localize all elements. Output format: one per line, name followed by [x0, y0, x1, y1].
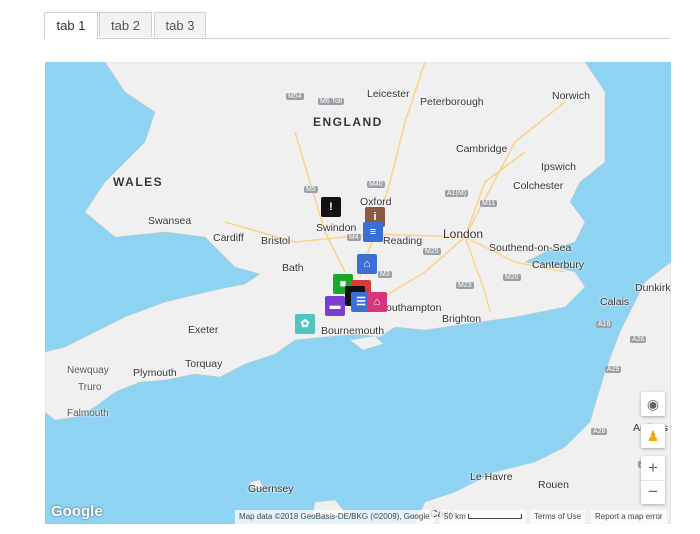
street-view-button[interactable]: ♟	[641, 424, 665, 448]
road-shield: M20	[503, 274, 521, 281]
city-label: Plymouth	[133, 367, 177, 379]
city-label: Peterborough	[420, 96, 484, 108]
road-shield: M11	[480, 200, 498, 207]
terms-link[interactable]: Terms of Use	[530, 510, 586, 524]
road-shield: A29	[605, 366, 622, 373]
city-label: Guernsey	[248, 483, 294, 495]
zoom-control: + −	[641, 456, 665, 504]
tab-bar: tab 1 tab 2 tab 3	[44, 12, 670, 39]
road-shield: M6 Toll	[318, 98, 345, 105]
bed-marker[interactable]: ▬	[325, 296, 345, 316]
road-shield: A1(M)	[445, 190, 469, 197]
report-error-link[interactable]: Report a map error	[591, 510, 667, 524]
city-label: Brighton	[442, 313, 482, 325]
city-label: Leicester	[367, 88, 410, 100]
city-label: Le Havre	[470, 471, 513, 483]
my-location-button[interactable]: ◉	[641, 392, 665, 416]
road-shield: M54	[286, 93, 304, 100]
road-shield: A16	[596, 321, 613, 328]
tab-2[interactable]: tab 2	[99, 12, 152, 37]
road-shield: M4	[347, 234, 361, 241]
city-label: Ipswich	[541, 161, 577, 173]
map-canvas[interactable]: ENGLAND WALES Leicester Peterborough Nor…	[45, 62, 671, 524]
crosshair-icon: ◉	[646, 396, 660, 412]
city-label: Newquay	[67, 365, 109, 376]
city-label: Exeter	[188, 324, 219, 336]
city-label: Norwich	[552, 90, 590, 102]
google-logo: Google	[51, 503, 103, 520]
city-label: Reading	[383, 235, 423, 247]
tab-1[interactable]: tab 1	[44, 12, 98, 39]
city-label: Bath	[282, 262, 304, 274]
city-label: Southend-on-Sea	[489, 242, 572, 254]
road-shield: M23	[456, 282, 474, 289]
zoom-in-button[interactable]: +	[641, 456, 665, 480]
city-label: Bournemouth	[321, 325, 385, 337]
city-label: Cambridge	[456, 143, 508, 155]
road-shield: M25	[423, 248, 441, 255]
city-label: Southampton	[379, 302, 442, 314]
museum-marker[interactable]: ⌂	[357, 254, 377, 274]
region-wales: WALES	[113, 175, 164, 189]
city-label: Canterbury	[532, 259, 584, 271]
city-label: Swansea	[148, 215, 192, 227]
scale-line	[468, 514, 523, 520]
warning-marker[interactable]: !	[321, 197, 341, 217]
scale-bar: 50 km	[440, 510, 527, 524]
home-marker[interactable]: ⌂	[367, 292, 387, 312]
city-label: London	[443, 227, 484, 241]
city-label: Swindon	[316, 222, 357, 234]
city-label: Torquay	[185, 358, 223, 370]
region-england: ENGLAND	[313, 115, 383, 129]
city-label: Dunkirk	[635, 282, 671, 294]
city-label: Calais	[600, 296, 630, 308]
city-label: Rouen	[538, 479, 569, 491]
road-shield: M40	[367, 181, 385, 188]
flower-marker[interactable]: ✿	[295, 314, 315, 334]
zoom-out-button[interactable]: −	[641, 480, 665, 505]
road-shield: A26	[630, 336, 647, 343]
map-attribution: Map data ©2018 GeoBasis-DE/BKG (©2009), …	[235, 510, 434, 524]
road-shield: A28	[591, 428, 608, 435]
city-label: Falmouth	[67, 408, 109, 419]
city-label: Bristol	[261, 235, 291, 247]
city-label: Truro	[78, 382, 102, 393]
city-label: Cardiff	[213, 232, 244, 244]
tab-3[interactable]: tab 3	[154, 12, 206, 37]
document-marker[interactable]: ≡	[363, 222, 383, 242]
scale-label: 50 km	[444, 512, 466, 521]
road-shield: M5	[304, 186, 318, 193]
road-shield: M3	[378, 271, 392, 278]
city-label: Colchester	[513, 180, 564, 192]
pegman-icon: ♟	[646, 428, 660, 444]
